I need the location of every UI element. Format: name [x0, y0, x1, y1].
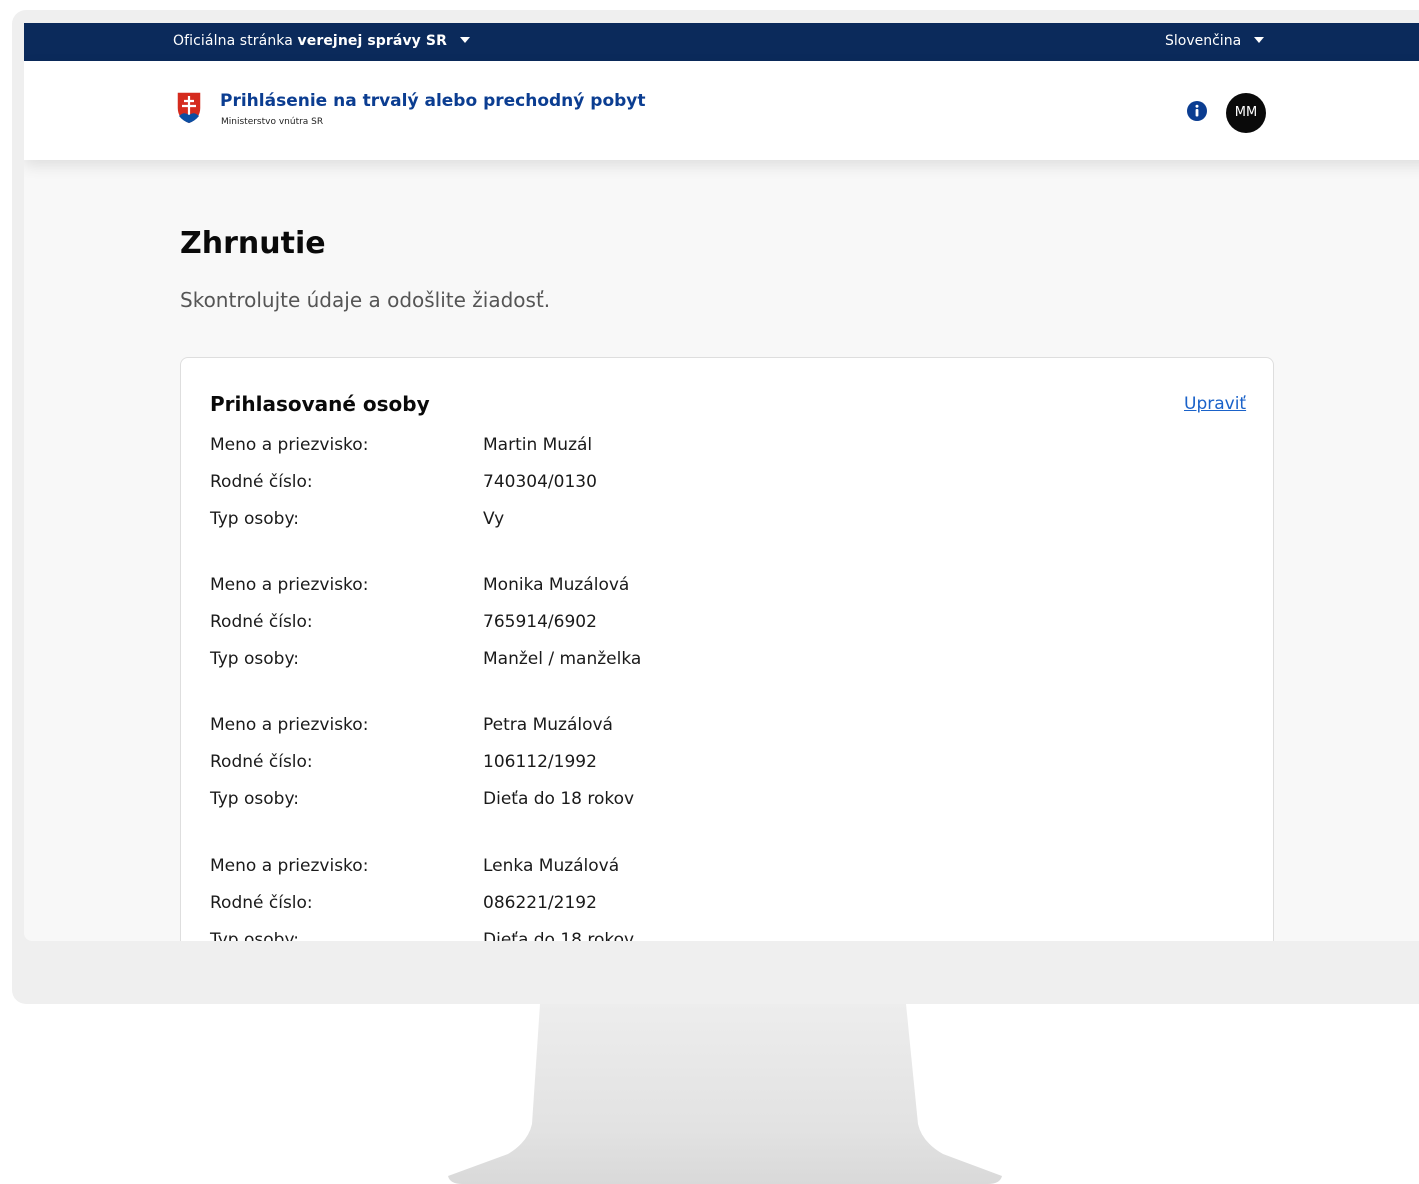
edit-link[interactable]: Upraviť: [1184, 394, 1246, 414]
screen: Oficiálna stránka verejnej správy SR Slo…: [24, 23, 1419, 941]
type-label: Typ osoby:: [210, 789, 299, 809]
id-label: Rodné číslo:: [210, 472, 313, 492]
id-value: 086221/2192: [483, 893, 597, 913]
app-title[interactable]: Prihlásenie na trvalý alebo prechodný po…: [220, 91, 646, 111]
type-value: Manžel / manželka: [483, 649, 642, 669]
name-label: Meno a priezvisko:: [210, 856, 369, 876]
type-label: Typ osoby:: [210, 509, 299, 529]
info-icon[interactable]: [1186, 100, 1208, 122]
persons-summary-card: Prihlasované osoby Upraviť Meno a priezv…: [180, 357, 1274, 941]
name-value: Martin Muzál: [483, 435, 593, 455]
slovak-crest-icon: [176, 91, 202, 125]
id-label: Rodné číslo:: [210, 612, 313, 632]
type-value: Dieťa do 18 rokov: [483, 930, 635, 941]
id-value: 765914/6902: [483, 612, 597, 632]
name-label: Meno a priezvisko:: [210, 435, 369, 455]
id-label: Rodné číslo:: [210, 893, 313, 913]
monitor-stand: [448, 1004, 1002, 1184]
type-label: Typ osoby:: [210, 649, 299, 669]
id-label: Rodné číslo:: [210, 752, 313, 772]
official-site-prefix: Oficiálna stránka: [173, 33, 293, 49]
chevron-down-icon: [459, 37, 470, 43]
name-label: Meno a priezvisko:: [210, 715, 369, 735]
app-header: Prihlásenie na trvalý alebo prechodný po…: [24, 61, 1419, 160]
card-title: Prihlasované osoby: [210, 392, 430, 416]
language-label: Slovenčina: [1165, 33, 1242, 49]
page-title: Zhrnutie: [180, 226, 326, 261]
name-value: Monika Muzálová: [483, 575, 630, 595]
type-label: Typ osoby:: [210, 930, 299, 941]
name-value: Petra Muzálová: [483, 715, 613, 735]
name-label: Meno a priezvisko:: [210, 575, 369, 595]
gov-official-bar: Oficiálna stránka verejnej správy SR Slo…: [24, 23, 1419, 61]
user-avatar[interactable]: MM: [1226, 93, 1266, 133]
id-value: 740304/0130: [483, 472, 597, 492]
id-value: 106112/1992: [483, 752, 597, 772]
language-selector[interactable]: Slovenčina: [1165, 33, 1264, 49]
official-site-bold: verejnej správy SR: [297, 33, 447, 49]
type-value: Vy: [483, 509, 505, 529]
chevron-down-icon: [1253, 37, 1264, 43]
type-value: Dieťa do 18 rokov: [483, 789, 635, 809]
name-value: Lenka Muzálová: [483, 856, 620, 876]
page-subtitle: Skontrolujte údaje a odošlite žiadosť.: [180, 288, 551, 312]
official-site-toggle[interactable]: Oficiálna stránka verejnej správy SR: [173, 33, 470, 49]
app-subtitle: Ministerstvo vnútra SR: [221, 117, 324, 127]
